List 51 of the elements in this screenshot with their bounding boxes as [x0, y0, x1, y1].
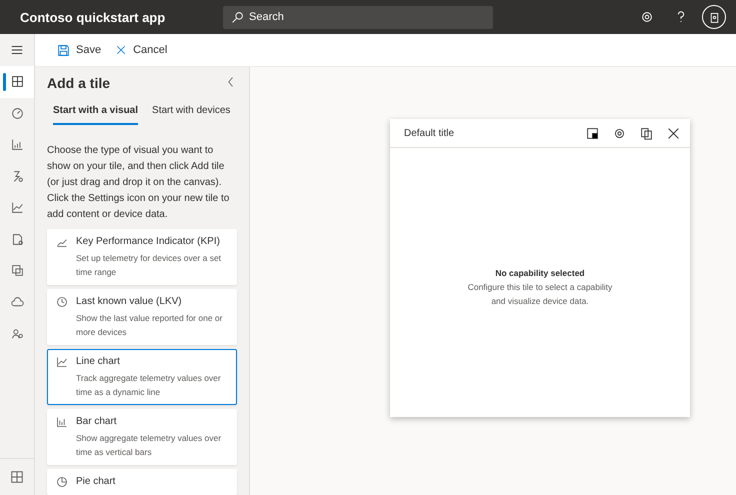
- app-title: Contoso quickstart app: [20, 10, 166, 24]
- visual-title: Last known value (LKV): [76, 295, 183, 309]
- visual-card[interactable]: Key Performance Indicator (KPI) Set up telemetry for devices over a set time range: [47, 229, 237, 285]
- panel-description: Choose the type of visual you want to show on your tile, and then click Add tile (or just drag and drop it on the canvas). Click the Settings icon on your new tile to add content or device data.: [47, 144, 230, 222]
- visual-description: Show aggregate telemetry values over time as vertical bars: [76, 432, 222, 459]
- panel-tab[interactable]: Start with a visual: [53, 105, 138, 125]
- menu-icon[interactable]: [10, 43, 24, 57]
- visual-card[interactable]: Bar chart Show aggregate telemetry values over time as vertical bars: [47, 409, 237, 465]
- bar-chart-icon: [56, 416, 68, 428]
- line-chart-icon: [56, 356, 68, 368]
- search-icon: [231, 10, 244, 24]
- cancel-button[interactable]: Cancel: [115, 44, 168, 56]
- close-button[interactable]: [667, 126, 680, 140]
- grid-icon: [10, 75, 24, 88]
- tile-card[interactable]: Default title No capability selected Configure this tile to select a capability and visualize device data.: [390, 119, 690, 417]
- save-icon: [57, 44, 70, 56]
- visual-description: Track aggregate telemetry values over time as a dynamic line: [76, 372, 222, 399]
- avatar-button[interactable]: [702, 5, 726, 29]
- grid-icon[interactable]: [10, 470, 24, 484]
- nav-item[interactable]: [0, 66, 34, 98]
- resize-icon: [586, 126, 599, 140]
- empty-state-title: No capability selected: [495, 268, 585, 278]
- close-icon: [115, 44, 128, 56]
- save-button[interactable]: Save: [57, 44, 102, 56]
- empty-state-message: Configure this tile to select a capability and visualize device data.: [466, 280, 614, 308]
- visual-description: Set up telemetry for devices over a set time range: [76, 252, 222, 279]
- visual-card[interactable]: Pie chart: [47, 469, 237, 495]
- visual-title: Key Performance Indicator (KPI): [76, 235, 221, 249]
- panel-tab[interactable]: Start with devices: [152, 105, 230, 125]
- gauge-icon: [10, 106, 24, 120]
- visual-title: Pie chart: [76, 475, 116, 489]
- visual-card[interactable]: Line chart Track aggregate telemetry values over time as a dynamic line: [47, 349, 237, 405]
- close-icon: [667, 126, 680, 140]
- resize-button[interactable]: [586, 126, 599, 140]
- visual-title: Bar chart: [76, 415, 118, 429]
- clock-icon: [56, 296, 68, 308]
- panel-title: Add a tile: [47, 75, 110, 91]
- copy-button[interactable]: [640, 126, 653, 140]
- copy-icon: [640, 126, 653, 140]
- layers-icon: [10, 264, 24, 278]
- tile-title: Default title: [404, 128, 456, 138]
- cloud-icon: [10, 296, 24, 309]
- line-chart-icon: [10, 201, 24, 214]
- people-icon: [10, 327, 24, 340]
- document-icon: [10, 232, 24, 246]
- search-field[interactable]: Search: [223, 6, 493, 28]
- pie-chart-icon: [56, 476, 68, 488]
- visual-card[interactable]: Last known value (LKV) Show the last value reported for one or more devices: [47, 289, 237, 345]
- bar-chart-icon: [10, 138, 24, 152]
- visual-description: Show the last value reported for one or more devices: [76, 312, 224, 339]
- visual-title: Line chart: [76, 355, 121, 369]
